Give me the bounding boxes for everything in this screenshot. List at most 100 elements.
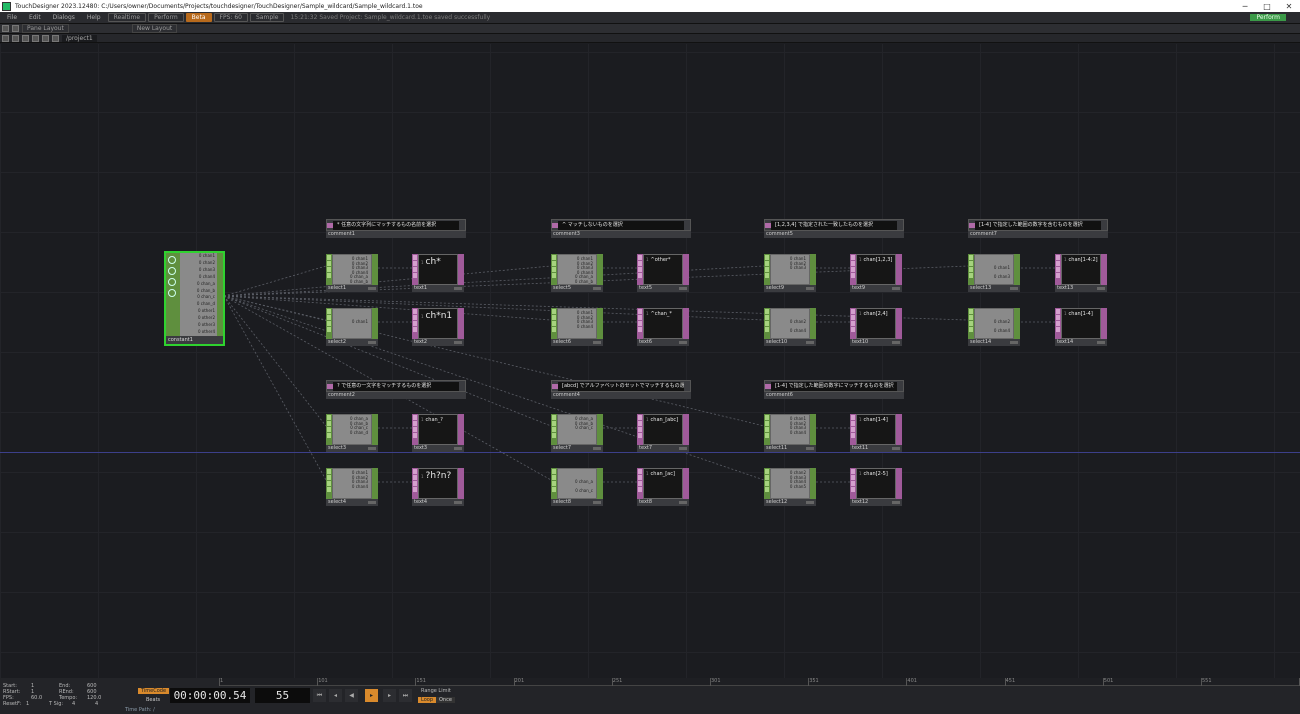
node-output[interactable] xyxy=(810,468,816,499)
bypass-flag[interactable] xyxy=(638,487,642,492)
viewer-flag[interactable] xyxy=(327,469,331,474)
bypass-flag[interactable] xyxy=(969,273,973,278)
edit-flag[interactable] xyxy=(851,475,855,480)
node-output[interactable] xyxy=(683,414,689,445)
chop-wire[interactable] xyxy=(223,265,327,297)
edit-flag[interactable] xyxy=(765,421,769,426)
text-dat-text2[interactable]: 1 ch*n1 text2 xyxy=(412,308,464,346)
edit-flag[interactable] xyxy=(327,421,331,426)
close-button[interactable]: ✕ xyxy=(1278,2,1300,11)
bypass-flag[interactable] xyxy=(765,487,769,492)
select-chop-select5[interactable]: 0 chan1 0 chan2 0 chan3 0 chan4 0 chan_a 0 ch… xyxy=(551,254,603,292)
bypass-flag[interactable] xyxy=(413,433,417,438)
viewer-flag[interactable] xyxy=(552,255,556,260)
node-output[interactable] xyxy=(683,468,689,499)
end-button[interactable]: ⏭ xyxy=(399,689,412,702)
text-dat-text3[interactable]: 1 chan_? text3 xyxy=(412,414,464,452)
text-dat-text13[interactable]: 1 chan[1-4:2] text13 xyxy=(1055,254,1107,292)
minimize-button[interactable]: ─ xyxy=(1234,2,1256,11)
lock-flag[interactable] xyxy=(638,481,642,486)
bypass-flag[interactable] xyxy=(1056,327,1060,332)
once-button[interactable]: Once xyxy=(436,697,455,703)
bypass-flag[interactable] xyxy=(413,327,417,332)
node-output[interactable] xyxy=(458,468,464,499)
edit-flag[interactable] xyxy=(638,421,642,426)
menu-dialogs[interactable]: Dialogs xyxy=(48,14,80,21)
lock-flag[interactable] xyxy=(851,427,855,432)
bypass-flag[interactable] xyxy=(327,273,331,278)
comment-node[interactable]: * 任意の文字列にマッチするもの名前を選択 comment1 xyxy=(326,219,466,238)
comment-node[interactable]: [1-4] で指定した範囲の数字にマッチするものを選択 comment6 xyxy=(764,380,904,399)
edit-flag[interactable] xyxy=(765,475,769,480)
constant1-output[interactable] xyxy=(217,253,223,336)
lock-flag[interactable] xyxy=(327,321,331,326)
select-chop-select12[interactable]: 0 chan2 0 chan3 0 chan4 0 chan5 select12 xyxy=(764,468,816,506)
frame-display[interactable]: 55 xyxy=(255,688,310,703)
pane-layout-button[interactable]: Pane Layout xyxy=(22,24,69,33)
select-chop-select2[interactable]: 0 chan1 select2 xyxy=(326,308,378,346)
select-chop-select8[interactable]: 0 chan_a 0 chan_c select8 xyxy=(551,468,603,506)
bypass-flag[interactable] xyxy=(552,433,556,438)
viewer-flag[interactable] xyxy=(413,255,417,260)
edit-flag[interactable] xyxy=(413,421,417,426)
menu-icon[interactable] xyxy=(2,34,9,42)
node-output[interactable] xyxy=(810,308,816,339)
edit-flag[interactable] xyxy=(552,421,556,426)
node-output[interactable] xyxy=(896,414,902,445)
viewer-flag[interactable] xyxy=(638,415,642,420)
lock-flag[interactable] xyxy=(969,267,973,272)
viewer-flag[interactable] xyxy=(413,469,417,474)
select-chop-select3[interactable]: 0 chan_a 0 chan_b 0 chan_c 0 chan_d select3 xyxy=(326,414,378,452)
select-chop-select9[interactable]: 0 chan1 0 chan2 0 chan3 select9 xyxy=(764,254,816,292)
viewer-flag[interactable] xyxy=(552,309,556,314)
comment-node[interactable]: [abcd] でアルファベットのセットでマッチするもの選択 comment4 xyxy=(551,380,691,399)
lock-flag[interactable] xyxy=(765,267,769,272)
reverse-play-button[interactable]: ◀ xyxy=(345,689,358,702)
edit-flag[interactable] xyxy=(552,475,556,480)
select-chop-select10[interactable]: 0 chan2 0 chan4 select10 xyxy=(764,308,816,346)
menu-help[interactable]: Help xyxy=(82,14,106,21)
chop-wire[interactable] xyxy=(223,295,327,427)
node-output[interactable] xyxy=(597,254,603,285)
edit-flag[interactable] xyxy=(1056,315,1060,320)
select-chop-select6[interactable]: 0 chan1 0 chan2 0 chan3 0 chan4 select6 xyxy=(551,308,603,346)
bypass-flag[interactable] xyxy=(851,433,855,438)
edit-flag[interactable] xyxy=(969,315,973,320)
maximize-button[interactable]: □ xyxy=(1256,2,1278,11)
node-output[interactable] xyxy=(372,254,378,285)
viewer-flag[interactable] xyxy=(638,469,642,474)
lock-flag[interactable] xyxy=(413,481,417,486)
text-dat-text8[interactable]: 1 chan_[ac] text8 xyxy=(637,468,689,506)
chop-wire[interactable] xyxy=(223,295,552,321)
edit-flag[interactable] xyxy=(638,315,642,320)
lock-flag[interactable] xyxy=(413,427,417,432)
edit-flag[interactable] xyxy=(413,315,417,320)
edit-flag[interactable] xyxy=(1056,261,1060,266)
lock-flag[interactable] xyxy=(638,321,642,326)
network-editor[interactable]: 0 chan1 0 chan2 0 chan3 0 chan4 0 chan_a 0 ch… xyxy=(0,44,1300,678)
node-output[interactable] xyxy=(372,468,378,499)
menu-file[interactable]: File xyxy=(2,14,22,21)
lock-flag[interactable] xyxy=(413,321,417,326)
text-dat-text6[interactable]: 1 ^chan_* text6 xyxy=(637,308,689,346)
node-output[interactable] xyxy=(458,308,464,339)
back-icon[interactable] xyxy=(22,34,29,42)
viewer-flag[interactable] xyxy=(765,309,769,314)
lock-flag[interactable] xyxy=(552,321,556,326)
edit-flag[interactable] xyxy=(413,475,417,480)
lock-flag[interactable] xyxy=(765,481,769,486)
viewer-flag[interactable] xyxy=(327,309,331,314)
text-dat-text1[interactable]: 1 ch* text1 xyxy=(412,254,464,292)
lock-flag[interactable] xyxy=(413,267,417,272)
constant1-node[interactable]: 0 chan1 0 chan2 0 chan3 0 chan4 0 chan_a 0 ch… xyxy=(164,251,225,346)
node-output[interactable] xyxy=(810,254,816,285)
step-forward-button[interactable]: ▸ xyxy=(383,689,396,702)
edit-flag[interactable] xyxy=(552,315,556,320)
node-output[interactable] xyxy=(1014,308,1020,339)
text-dat-text11[interactable]: 1 chan[1-4] text11 xyxy=(850,414,902,452)
node-output[interactable] xyxy=(372,308,378,339)
viewer-flag[interactable] xyxy=(552,469,556,474)
select-chop-select13[interactable]: 0 chan1 0 chan3 select13 xyxy=(968,254,1020,292)
node-output[interactable] xyxy=(1014,254,1020,285)
project-tab[interactable]: Sample xyxy=(249,13,285,22)
